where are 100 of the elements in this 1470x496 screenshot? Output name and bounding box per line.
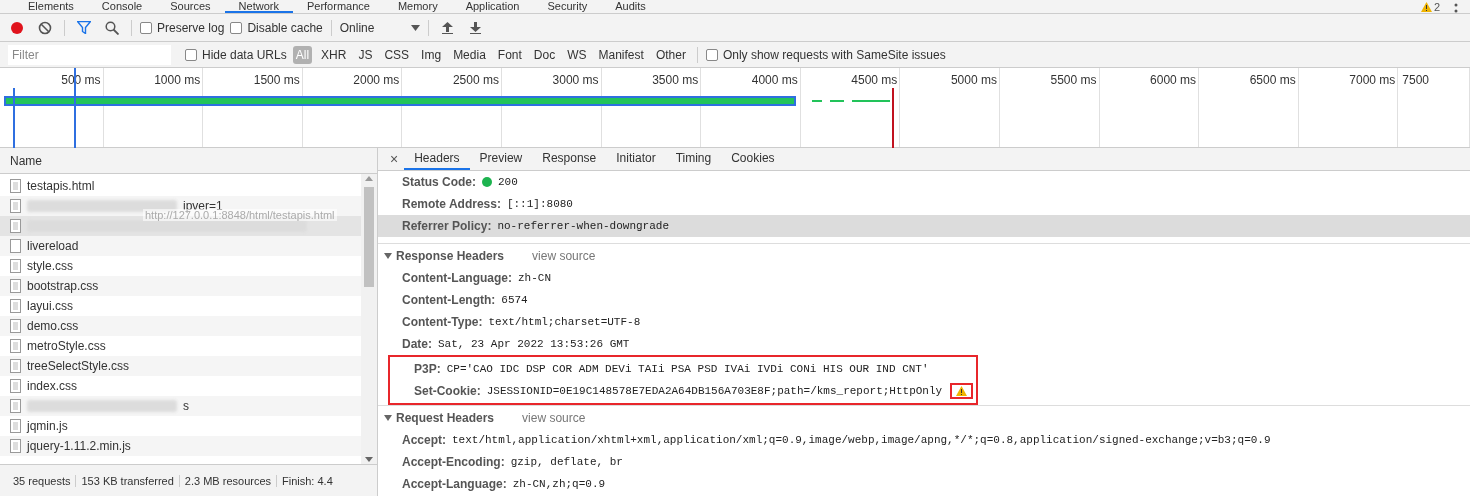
type-filter[interactable]: Doc bbox=[530, 45, 559, 64]
tick-label: 3000 ms bbox=[552, 73, 599, 87]
detail-tab[interactable]: Headers bbox=[404, 148, 470, 170]
filter-field[interactable]: Filter bbox=[8, 44, 171, 65]
type-filter[interactable]: Manifest bbox=[595, 45, 647, 64]
panel-tab[interactable]: Console bbox=[87, 0, 157, 13]
document-icon bbox=[10, 439, 21, 453]
download-icon[interactable] bbox=[470, 21, 482, 34]
tick-label: 5500 ms bbox=[1050, 73, 1097, 87]
tick-label: 7500 bbox=[1402, 73, 1429, 87]
panel-tab[interactable]: Memory bbox=[383, 0, 452, 13]
status-text: 153 KB transferred bbox=[75, 474, 179, 487]
header-name: Content-Length: bbox=[402, 293, 496, 307]
status-text: 35 requests bbox=[12, 474, 72, 487]
header-name: Accept-Language: bbox=[402, 477, 507, 491]
tick-label: 5000 ms bbox=[950, 73, 997, 87]
document-icon bbox=[10, 299, 21, 313]
view-source-link[interactable]: view source bbox=[522, 410, 586, 425]
header-name: Date: bbox=[402, 337, 432, 351]
caret-icon bbox=[410, 24, 420, 31]
request-name: s bbox=[183, 399, 189, 413]
header-value: gzip, deflate, br bbox=[510, 456, 623, 468]
tick-label: 2000 ms bbox=[353, 73, 400, 87]
detail-tab[interactable]: Response bbox=[532, 148, 607, 170]
panel-tab[interactable]: Audits bbox=[601, 0, 660, 13]
type-filter[interactable]: XHR bbox=[318, 45, 350, 64]
tick-label: 7000 ms bbox=[1349, 73, 1396, 87]
detail-tab[interactable]: Preview bbox=[469, 148, 533, 170]
file-icon bbox=[10, 239, 21, 253]
panel-tab[interactable]: Application bbox=[451, 0, 534, 13]
header-value: zh-CN,zh;q=0.9 bbox=[512, 478, 606, 490]
header-value: CP='CAO IDC DSP COR ADM DEVi TAIi PSA PSD IVAi IVDi CONi HIS OUR IND CNT' bbox=[446, 363, 929, 375]
section-header[interactable]: Request Headers view source bbox=[378, 405, 1470, 429]
tick-label: 1500 ms bbox=[253, 73, 300, 87]
search-icon[interactable] bbox=[105, 20, 119, 35]
record-button[interactable] bbox=[10, 20, 24, 35]
tick-label: 2500 ms bbox=[452, 73, 499, 87]
header-name: Set-Cookie: bbox=[414, 384, 481, 398]
document-icon bbox=[10, 339, 21, 353]
type-filter[interactable]: Other bbox=[652, 45, 689, 64]
section-header[interactable]: Response Headers view source bbox=[378, 243, 1470, 267]
request-row[interactable]: jquery-1.11.2.min.js bbox=[0, 436, 361, 456]
header-name: Content-Type: bbox=[402, 315, 483, 329]
samesite-checkbox[interactable]: Only show requests with SameSite issues bbox=[705, 47, 946, 62]
scroll-down-icon[interactable] bbox=[365, 457, 373, 462]
filter-icon[interactable] bbox=[77, 21, 91, 34]
type-filter[interactable]: WS bbox=[564, 45, 590, 64]
header-value: JSESSIONID=0E19C148578E7EDA2A64DB156A703E8F;path=/kms_report;HttpOnly bbox=[486, 385, 943, 397]
panel-tab[interactable]: Elements bbox=[14, 0, 88, 13]
request-name: jqmin.js bbox=[27, 419, 68, 433]
document-icon bbox=[10, 419, 21, 433]
request-row[interactable]: livereload bbox=[0, 236, 361, 256]
type-filter[interactable]: Font bbox=[494, 45, 525, 64]
tick-label: 4000 ms bbox=[751, 73, 798, 87]
clear-button[interactable] bbox=[38, 20, 52, 35]
detail-tab[interactable]: Timing bbox=[665, 148, 722, 170]
document-icon bbox=[10, 219, 21, 233]
tooltip: http://127.0.0.1:8848/html/testapis.html bbox=[143, 209, 337, 221]
panel-tab[interactable]: Sources bbox=[156, 0, 225, 13]
request-name: index.css bbox=[27, 379, 78, 393]
tick-label: 4500 ms bbox=[851, 73, 898, 87]
header-name: Referrer Policy: bbox=[402, 219, 492, 233]
header-name: Accept: bbox=[402, 433, 446, 447]
document-icon bbox=[10, 399, 21, 413]
request-name: style.css bbox=[27, 259, 73, 273]
disable-cache-checkbox[interactable]: Disable cache bbox=[230, 20, 323, 35]
issues-badge[interactable]: 2 bbox=[1420, 1, 1440, 13]
request-row[interactable]: treeSelectStyle.css bbox=[0, 356, 361, 376]
detail-tab[interactable]: Initiator bbox=[606, 148, 666, 170]
hide-data-urls-checkbox[interactable]: Hide data URLs bbox=[185, 47, 287, 62]
header-value: [::1]:8080 bbox=[506, 198, 573, 210]
type-filter[interactable]: CSS bbox=[381, 45, 413, 64]
more-menu-icon[interactable] bbox=[1454, 3, 1458, 13]
upload-icon[interactable] bbox=[442, 21, 454, 34]
request-name: metroStyle.css bbox=[27, 339, 106, 353]
column-header[interactable]: Name bbox=[10, 153, 42, 168]
type-filter[interactable]: Media bbox=[450, 45, 489, 64]
document-icon bbox=[10, 359, 21, 373]
view-source-link[interactable]: view source bbox=[532, 248, 596, 263]
panel-tab[interactable]: Security bbox=[533, 0, 602, 13]
detail-tab[interactable]: Cookies bbox=[721, 148, 785, 170]
type-filter[interactable]: JS bbox=[355, 45, 376, 64]
request-row[interactable]: demo.css bbox=[0, 316, 361, 336]
throttling-dropdown[interactable]: Online bbox=[339, 20, 420, 35]
status-text: 2.3 MB resources bbox=[178, 474, 277, 487]
header-value: text/html,application/xhtml+xml,application/xml;q=0.9,image/webp,image/apng,*/*;q=0.8,application/signed-exchange;v=b3;q=0.9 bbox=[452, 434, 1271, 446]
scrollbar[interactable] bbox=[361, 174, 377, 464]
status-text: Finish: 4.4 bbox=[276, 474, 338, 487]
request-name: livereload bbox=[27, 239, 79, 253]
document-icon bbox=[10, 319, 21, 333]
request-row[interactable]: bootstrap.css bbox=[0, 276, 361, 296]
request-row[interactable]: s bbox=[0, 396, 361, 416]
preserve-log-checkbox[interactable]: Preserve log bbox=[140, 20, 225, 35]
close-button[interactable]: × bbox=[384, 148, 405, 170]
header-name: P3P: bbox=[414, 362, 441, 376]
panel-tab[interactable]: Performance bbox=[292, 0, 384, 13]
header-value: 6574 bbox=[501, 294, 528, 306]
type-filter[interactable]: Img bbox=[418, 45, 445, 64]
scroll-thumb[interactable] bbox=[364, 187, 374, 287]
header-value: text/html;charset=UTF-8 bbox=[488, 316, 641, 328]
